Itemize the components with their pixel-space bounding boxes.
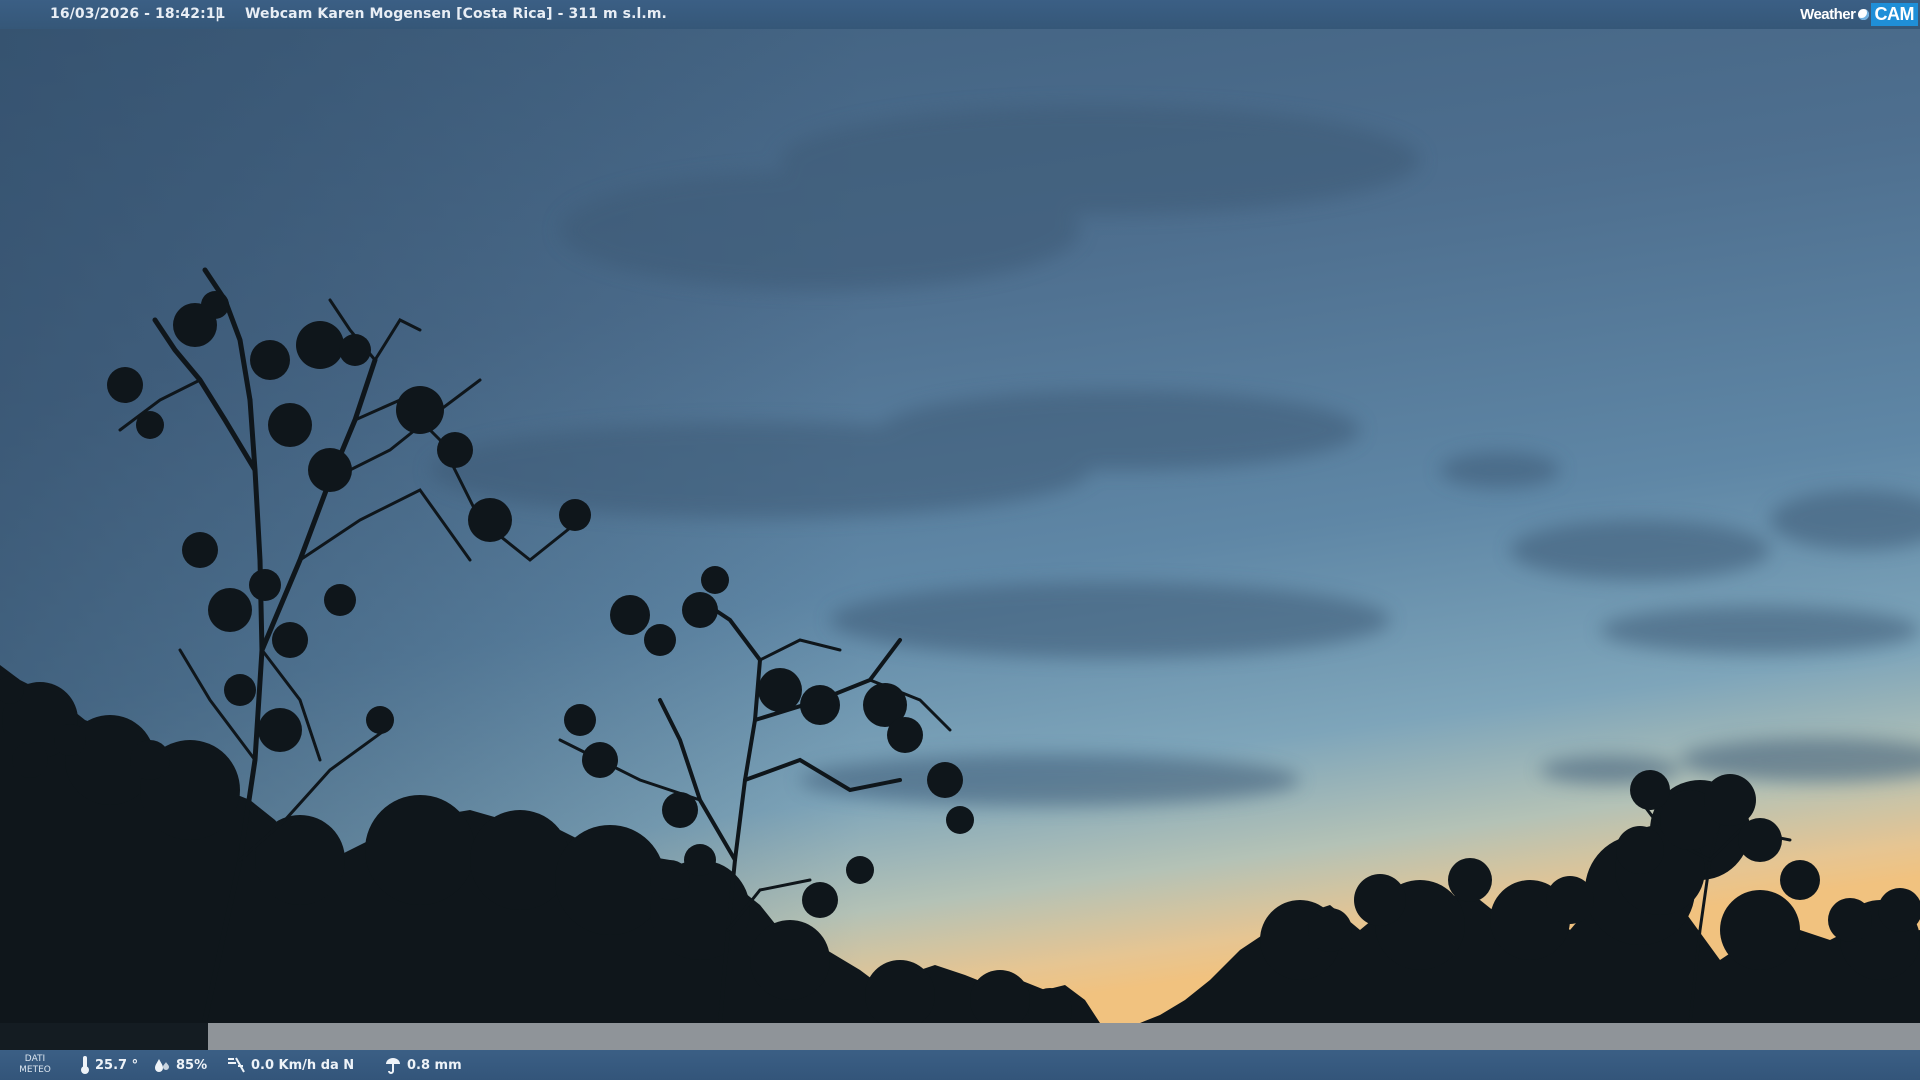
weather-data-label-line2: METEO [19,1065,51,1075]
lower-strip [208,1023,1920,1050]
weathercam-logo: Weather CAM [1800,2,1918,26]
wind-value: 0.0 Km/h da N [251,1057,355,1073]
webcam-title: Webcam Karen Mogensen [Costa Rica] - 311… [245,6,667,22]
rain-value: 0.8 mm [407,1057,462,1073]
top-info-bar: 16/03/2026 - 18:42:11 | Webcam Karen Mog… [0,0,1920,29]
rain-gauge-icon [386,1058,400,1074]
wind-reading: 0.0 Km/h da N [226,1050,354,1080]
weather-data-bar: DATI METEO 25.7 ° 85% 0.0 Km/h da N 0.8 … [0,1050,1920,1080]
humidity-drops-icon [155,1059,169,1072]
rain-reading: 0.8 mm [384,1050,462,1080]
webcam-frame: 16/03/2026 - 18:42:11 | Webcam Karen Mog… [0,0,1920,1080]
lower-strip-dark [0,1023,208,1050]
weather-data-label-line1: DATI [24,1054,46,1064]
separator: | [215,6,221,22]
webcam-image [0,0,1920,1080]
temperature-value: 25.7 ° [95,1057,139,1073]
logo-word: Weather [1800,5,1856,23]
humidity-reading: 85% [153,1050,207,1080]
logo-cam: CAM [1870,2,1918,26]
temperature-reading: 25.7 ° [80,1050,138,1080]
weather-data-label: DATI METEO [14,1054,56,1076]
thermometer-icon [81,1056,89,1074]
logo-dot-icon [1857,8,1869,20]
wind-vane-icon [228,1057,245,1073]
timestamp: 16/03/2026 - 18:42:11 [50,6,226,22]
humidity-value: 85% [176,1057,208,1073]
